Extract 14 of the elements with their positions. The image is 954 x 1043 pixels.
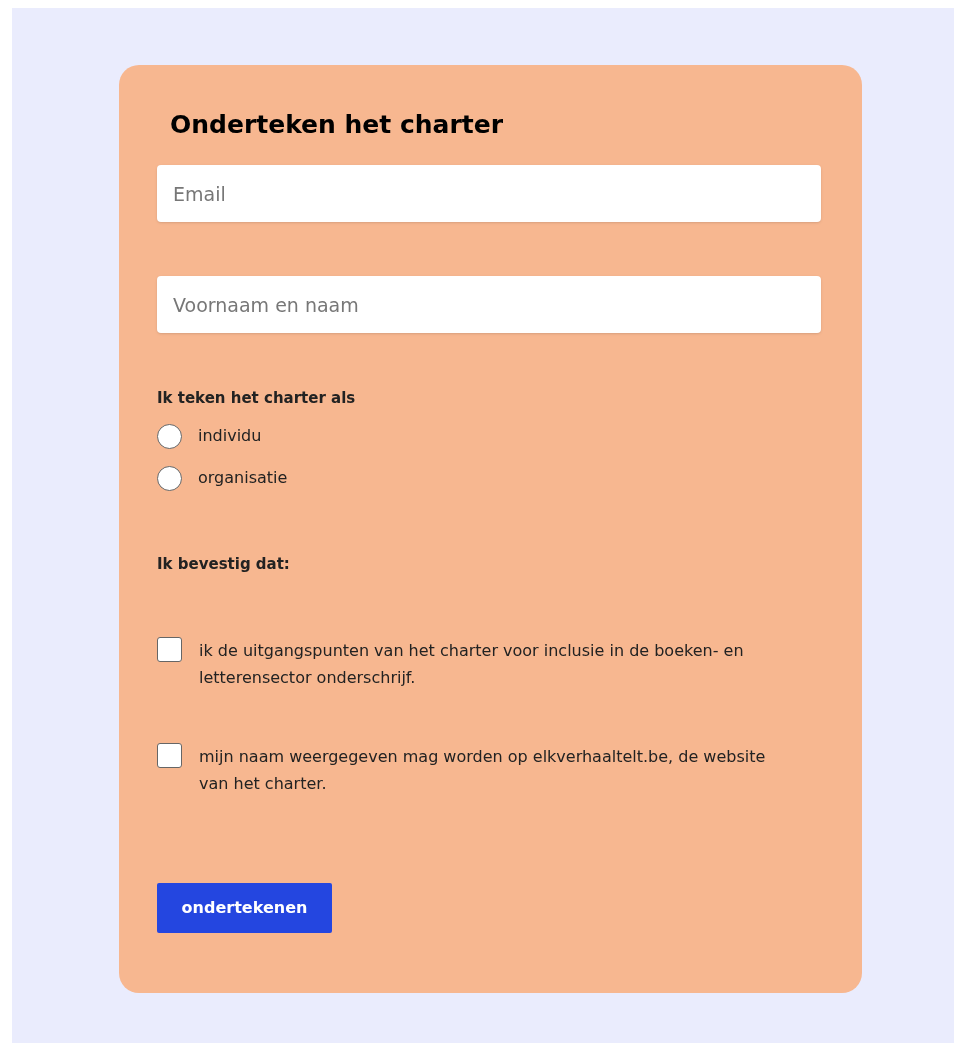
checkbox-label: ik de uitgangspunten van het charter voor inclusie in de boeken- en letterensector onderschrijf. <box>199 640 745 689</box>
section-label: Ik teken het charter als <box>157 388 356 409</box>
checkbox[interactable] <box>157 637 182 662</box>
radio-button[interactable] <box>157 423 182 449</box>
section-label: Ik bevestig dat: <box>157 553 290 575</box>
text-field[interactable]: Voornaam en naam <box>157 276 821 333</box>
submit-button[interactable]: ondertekenen <box>157 883 332 933</box>
radio-button[interactable] <box>157 465 182 491</box>
checkbox-label: mijn naam weergegeven mag worden op elkverhaaltelt.be, de website van het charter. <box>199 746 767 795</box>
radio-label: organisatie <box>198 467 288 489</box>
radio-label: individu <box>198 425 262 447</box>
checkbox[interactable] <box>157 743 182 768</box>
form-title: Onderteken het charter <box>170 109 503 141</box>
text-field[interactable]: Email <box>157 165 821 222</box>
